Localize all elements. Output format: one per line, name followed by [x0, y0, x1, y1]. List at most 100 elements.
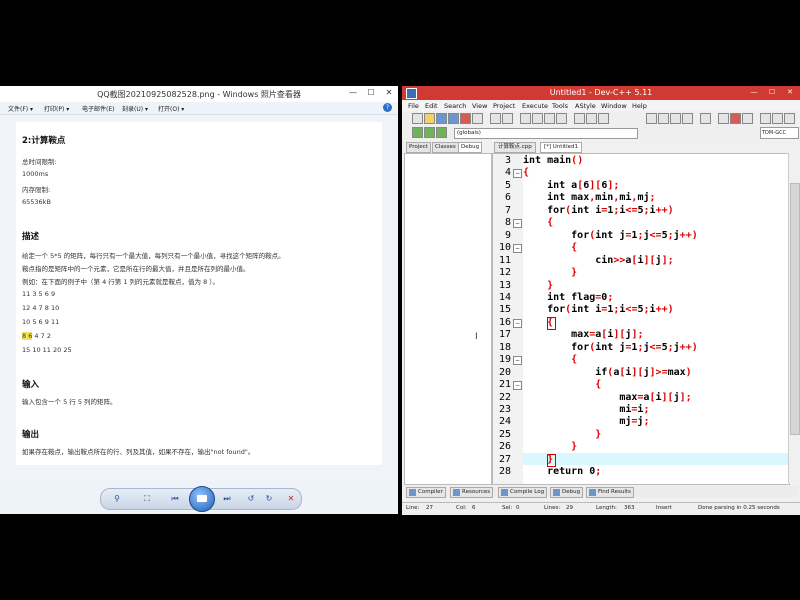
left-panel-tabs: Project Classes Debug [404, 142, 490, 153]
limit-time-value: 1000ms [22, 170, 49, 178]
menu-edit[interactable]: Edit [425, 102, 438, 110]
profile-icon[interactable] [742, 113, 753, 124]
stop-icon[interactable] [730, 113, 741, 124]
close-icon[interactable]: ✕ [384, 88, 394, 98]
compiler-select[interactable]: TDM-GCC [760, 127, 799, 139]
replace-icon[interactable] [532, 113, 543, 124]
file-tabs: 计算鞍点.cpp [*] Untitled1 [492, 142, 792, 153]
minimize-icon[interactable]: — [748, 88, 760, 97]
fold-toggle-icon[interactable]: − [513, 219, 522, 229]
menu-window[interactable]: Window [601, 102, 627, 110]
menu-search[interactable]: Search [444, 102, 466, 110]
code-line: cin>>a[i][j]; [523, 254, 674, 266]
line-number: 17 [498, 329, 511, 341]
project-options-icon[interactable] [598, 113, 609, 124]
fold-toggle-icon[interactable]: − [513, 244, 522, 254]
code-line: max=a[i][j]; [523, 391, 692, 403]
zoom-icon[interactable]: ⚲ [111, 493, 123, 505]
status-message: Done parsing in 0.25 seconds [698, 505, 780, 511]
maximize-icon[interactable]: ☐ [766, 88, 778, 97]
menu-astyle[interactable]: AStyle [575, 102, 596, 110]
tab-compiler[interactable]: Compiler [406, 487, 446, 498]
help-icon[interactable]: ? [383, 103, 392, 112]
tab-project[interactable]: Project [406, 142, 431, 153]
fold-toggle-icon[interactable]: − [513, 381, 522, 391]
goto-icon[interactable] [556, 113, 567, 124]
actual-size-icon[interactable]: ⛶ [141, 493, 153, 505]
slideshow-button[interactable] [189, 486, 215, 512]
next-icon[interactable]: ⏭ [221, 493, 233, 505]
list-icon[interactable] [784, 113, 795, 124]
line-number: 18 [498, 341, 511, 353]
menu-execute[interactable]: Execute [522, 102, 548, 110]
previous-icon[interactable]: ⏮ [169, 493, 181, 505]
scroll-thumb[interactable] [790, 183, 800, 435]
tab-find-results[interactable]: Find Results [586, 487, 634, 498]
code-editor[interactable]: 3 int main() 4−{5 int a[6][6]; 6 int max,mi… [492, 153, 790, 485]
menu-view[interactable]: View [472, 102, 487, 110]
debug-icon[interactable] [718, 113, 729, 124]
menu-print[interactable]: 打印(P) ▾ [44, 104, 69, 113]
tab-classes[interactable]: Classes [432, 142, 459, 153]
maximize-icon[interactable]: ☐ [366, 88, 376, 98]
fold-toggle-icon[interactable]: − [513, 356, 522, 366]
redo-icon[interactable] [502, 113, 513, 124]
rotate-left-icon[interactable]: ↺ [245, 493, 257, 505]
remove-project-icon[interactable] [586, 113, 597, 124]
delete-icon[interactable]: ✕ [285, 493, 297, 505]
tab-debug[interactable]: Debug [458, 142, 483, 153]
editor-scrollbar[interactable] [788, 153, 800, 483]
layout-icon[interactable] [772, 113, 783, 124]
menu-burn[interactable]: 刻录(U) ▾ [122, 104, 148, 113]
mouse-cursor-icon: I [475, 332, 478, 342]
output-heading: 输出 [22, 430, 40, 440]
menu-email[interactable]: 电子邮件(E) [82, 104, 114, 113]
find-next-icon[interactable] [544, 113, 555, 124]
close-file-icon[interactable] [460, 113, 471, 124]
minimize-icon[interactable]: — [348, 88, 358, 98]
tab-file-saddle[interactable]: 计算鞍点.cpp [494, 142, 536, 153]
desc-line: 鞍点指的是矩阵中的一个元素，它是所在行的最大值，并且是所在列的最小值。 [22, 265, 250, 273]
print-icon[interactable] [472, 113, 483, 124]
run-icon[interactable] [658, 113, 669, 124]
highlight-mark: 8 6 [22, 332, 33, 340]
photo-viewer-window: QQ截图20210925082528.png - Windows 照片查看器 —… [0, 86, 398, 514]
compile-icon[interactable] [646, 113, 657, 124]
menu-file[interactable]: 文件(F) ▾ [8, 104, 33, 113]
new-file-icon[interactable] [412, 113, 423, 124]
add-project-icon[interactable] [574, 113, 585, 124]
compile-run-icon[interactable] [670, 113, 681, 124]
open-icon[interactable] [424, 113, 435, 124]
fold-toggle-icon[interactable]: − [513, 318, 522, 328]
code-line: { [547, 217, 554, 229]
output-text: 如果存在鞍点，输出鞍点所在的行、列及其值，如果不存在，输出"not found"… [22, 448, 255, 456]
rebuild-icon[interactable] [682, 113, 693, 124]
tab-resources[interactable]: Resources [450, 487, 494, 498]
menu-file[interactable]: File [408, 102, 419, 110]
status-sel-label: Sel: [502, 505, 513, 511]
rotate-right-icon[interactable]: ↻ [263, 493, 275, 505]
find-icon[interactable] [520, 113, 531, 124]
menu-project[interactable]: Project [493, 102, 515, 110]
close-icon[interactable]: ✕ [784, 88, 796, 97]
menu-open[interactable]: 打开(O) ▾ [158, 104, 184, 113]
status-mode: Insert [656, 505, 672, 511]
undo-icon[interactable] [490, 113, 501, 124]
goto-bookmark-icon[interactable] [436, 127, 447, 138]
toggle-bookmark-icon[interactable] [424, 127, 435, 138]
check-icon[interactable] [700, 113, 711, 124]
save-all-icon[interactable] [448, 113, 459, 124]
save-icon[interactable] [436, 113, 447, 124]
tab-file-untitled[interactable]: [*] Untitled1 [540, 142, 583, 153]
menu-tools[interactable]: Tools [552, 102, 568, 110]
tab-debug-bottom[interactable]: Debug [550, 487, 584, 498]
grid-icon[interactable] [760, 113, 771, 124]
fold-toggle-icon[interactable]: − [513, 169, 522, 179]
insert-icon[interactable] [412, 127, 423, 138]
globals-select[interactable]: (globals) [454, 128, 638, 139]
code-line: } [595, 428, 602, 440]
menu-help[interactable]: Help [632, 102, 647, 110]
tab-compile-log[interactable]: Compile Log [498, 487, 548, 498]
ide-title: Untitled1 - Dev-C++ 5.11 [549, 88, 653, 97]
main-toolbar [404, 112, 798, 125]
